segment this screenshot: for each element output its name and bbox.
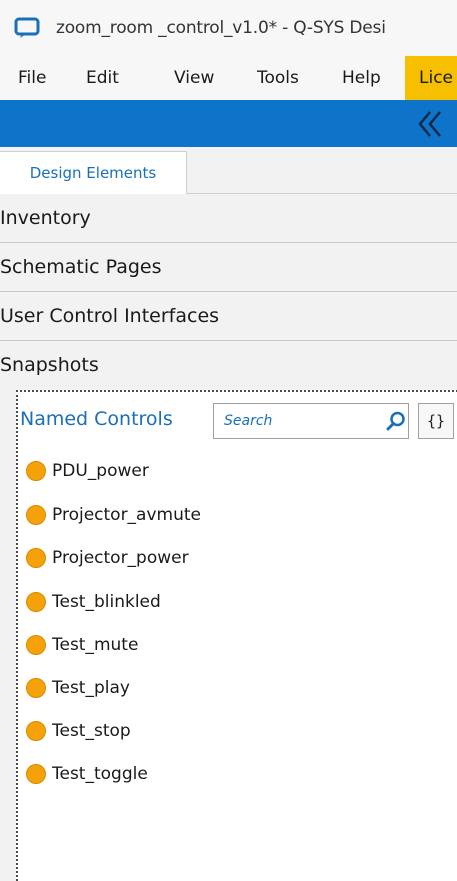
named-control-item[interactable]: Test_play bbox=[26, 675, 130, 701]
tab-design-elements[interactable]: Design Elements bbox=[0, 151, 187, 194]
status-dot-icon bbox=[26, 461, 46, 481]
named-control-label: Test_mute bbox=[52, 635, 139, 655]
status-dot-icon bbox=[26, 635, 46, 655]
qsys-app-icon bbox=[14, 17, 40, 38]
tab-strip: Design Elements bbox=[0, 147, 457, 194]
menu-tools[interactable]: Tools bbox=[257, 56, 299, 100]
section-schematic-pages[interactable]: Schematic Pages bbox=[0, 243, 457, 292]
named-control-item[interactable]: Test_toggle bbox=[26, 761, 148, 787]
search-icon[interactable] bbox=[386, 411, 406, 431]
menu-file[interactable]: File bbox=[18, 56, 46, 100]
status-dot-icon bbox=[26, 548, 46, 568]
menu-help[interactable]: Help bbox=[342, 56, 381, 100]
status-dot-icon bbox=[26, 678, 46, 698]
named-control-label: Projector_avmute bbox=[52, 505, 201, 525]
named-control-item[interactable]: Test_stop bbox=[26, 718, 131, 744]
title-bar: zoom_room _control_v1.0* - Q-SYS Desi bbox=[0, 0, 457, 56]
menu-licensing[interactable]: Lice bbox=[405, 56, 457, 100]
named-control-label: Test_blinkled bbox=[52, 592, 161, 612]
named-control-label: Projector_power bbox=[52, 548, 189, 568]
section-snapshots[interactable]: Snapshots bbox=[0, 341, 457, 390]
double-chevron-left-icon[interactable] bbox=[414, 108, 446, 140]
window-title: zoom_room _control_v1.0* - Q-SYS Desi bbox=[56, 18, 386, 38]
named-control-label: Test_toggle bbox=[52, 764, 148, 784]
status-dot-icon bbox=[26, 764, 46, 784]
status-dot-icon bbox=[26, 721, 46, 741]
menu-edit[interactable]: Edit bbox=[86, 56, 119, 100]
status-dot-icon bbox=[26, 505, 46, 525]
menu-bar: File Edit View Tools Help Lice bbox=[0, 56, 457, 100]
named-control-item[interactable]: PDU_power bbox=[26, 458, 149, 484]
named-control-label: Test_stop bbox=[52, 721, 131, 741]
named-control-label: Test_play bbox=[52, 678, 130, 698]
named-control-item[interactable]: Test_blinkled bbox=[26, 589, 161, 615]
script-braces-button[interactable]: {} bbox=[418, 403, 454, 439]
section-inventory[interactable]: Inventory bbox=[0, 194, 457, 243]
status-dot-icon bbox=[26, 592, 46, 612]
named-control-item[interactable]: Test_mute bbox=[26, 632, 138, 658]
search-input[interactable] bbox=[214, 404, 374, 438]
section-user-control-interfaces[interactable]: User Control Interfaces bbox=[0, 292, 457, 341]
toolbar bbox=[0, 100, 457, 147]
named-controls-title[interactable]: Named Controls bbox=[20, 408, 173, 430]
named-control-item[interactable]: Projector_power bbox=[26, 545, 189, 571]
named-control-label: PDU_power bbox=[52, 461, 149, 481]
search-box bbox=[213, 403, 409, 439]
named-control-item[interactable]: Projector_avmute bbox=[26, 502, 201, 528]
menu-view[interactable]: View bbox=[174, 56, 214, 100]
